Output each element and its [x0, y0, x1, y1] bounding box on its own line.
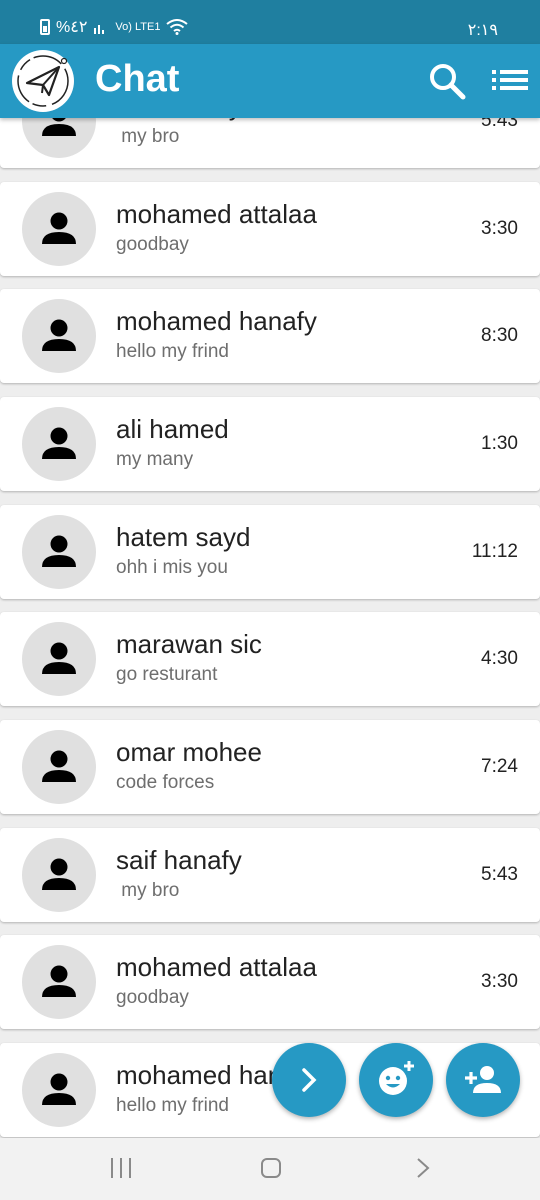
chat-item[interactable]: mohamed hanafy hello my frind 8:30 [0, 289, 540, 383]
contact-name: omar mohee [116, 737, 262, 767]
contact-name: marawan sic [116, 629, 262, 659]
message-time: 7:24 [481, 756, 518, 777]
person-icon [42, 642, 76, 674]
list-menu-icon[interactable] [490, 66, 530, 98]
last-message: code forces [116, 772, 215, 793]
chat-item[interactable]: omar mohee code forces 7:24 [0, 720, 540, 814]
avatar [22, 515, 96, 589]
contact-name: mohamed hanafy [116, 306, 317, 336]
person-icon [42, 965, 76, 997]
wifi-icon [166, 19, 189, 35]
back-chevron-icon[interactable] [410, 1156, 436, 1180]
last-message: ohh i mis you [116, 557, 228, 578]
person-icon [42, 535, 76, 567]
paper-plane-icon[interactable] [12, 50, 74, 112]
chat-item[interactable]: saif hanafy my bro 5:43 [0, 828, 540, 922]
person-icon [42, 319, 76, 351]
next-button[interactable] [272, 1043, 346, 1117]
add-person-icon [465, 1066, 501, 1093]
avatar [22, 622, 96, 696]
message-time: 3:30 [481, 971, 518, 992]
last-message: go resturant [116, 664, 218, 685]
chat-item[interactable]: ali hamed my many 1:30 [0, 397, 540, 491]
app-title: Chat [95, 58, 180, 100]
status-left: %٤٢ Vo) LTE1 [40, 17, 189, 37]
message-time: 5:43 [481, 864, 518, 885]
message-time: 11:12 [471, 541, 518, 562]
status-time: ٢:١٩ [467, 22, 498, 39]
recents-icon[interactable] [108, 1156, 134, 1180]
last-message: goodbay [116, 234, 189, 255]
avatar [22, 945, 96, 1019]
avatar [22, 192, 96, 266]
system-nav-bar [0, 1138, 540, 1200]
message-time: 1:30 [481, 433, 518, 454]
message-time: 8:30 [481, 325, 518, 346]
app-bar: Chat [0, 44, 540, 118]
last-message: my many [116, 449, 194, 470]
contact-name: saif hanafy [116, 845, 242, 875]
avatar [22, 299, 96, 373]
person-icon [42, 750, 76, 782]
chat-list[interactable]: saif hanafy my bro 5:43 mohamed attalaa goo… [0, 0, 540, 1138]
add-emoji-button[interactable] [359, 1043, 433, 1117]
add-emoji-icon [379, 1061, 414, 1095]
avatar [22, 730, 96, 804]
search-icon[interactable] [428, 62, 466, 100]
battery-icon [40, 19, 50, 35]
last-message: hello my frind [116, 341, 229, 362]
chat-item[interactable]: hatem sayd ohh i mis you 11:12 [0, 505, 540, 599]
message-time: 4:30 [481, 648, 518, 669]
chat-item[interactable]: mohamed attalaa goodbay 3:30 [0, 935, 540, 1029]
avatar [22, 407, 96, 481]
battery-text: %٤٢ [56, 19, 88, 36]
person-icon [42, 1073, 76, 1105]
home-icon[interactable] [258, 1156, 284, 1180]
last-message: goodbay [116, 987, 189, 1008]
message-time: 3:30 [481, 218, 518, 239]
contact-name: mohamed attalaa [116, 199, 317, 229]
avatar [22, 1053, 96, 1127]
add-contact-button[interactable] [446, 1043, 520, 1117]
avatar [22, 838, 96, 912]
chat-item[interactable]: mohamed attalaa goodbay 3:30 [0, 182, 540, 276]
contact-name: mohamed attalaa [116, 952, 317, 982]
network-text: Vo) LTE1 [115, 20, 161, 33]
person-icon [42, 427, 76, 459]
last-message: hello my frind [116, 1095, 229, 1116]
status-bar: %٤٢ Vo) LTE1 ٢:١٩ [0, 0, 540, 44]
last-message: my bro [116, 126, 180, 147]
chat-item[interactable]: marawan sic go resturant 4:30 [0, 612, 540, 706]
signal-icon [94, 25, 105, 34]
contact-name: hatem sayd [116, 522, 251, 552]
chevron-right-icon [302, 1068, 317, 1092]
person-icon [42, 858, 76, 890]
person-icon [42, 212, 76, 244]
last-message: my bro [116, 880, 180, 901]
contact-name: ali hamed [116, 414, 229, 444]
